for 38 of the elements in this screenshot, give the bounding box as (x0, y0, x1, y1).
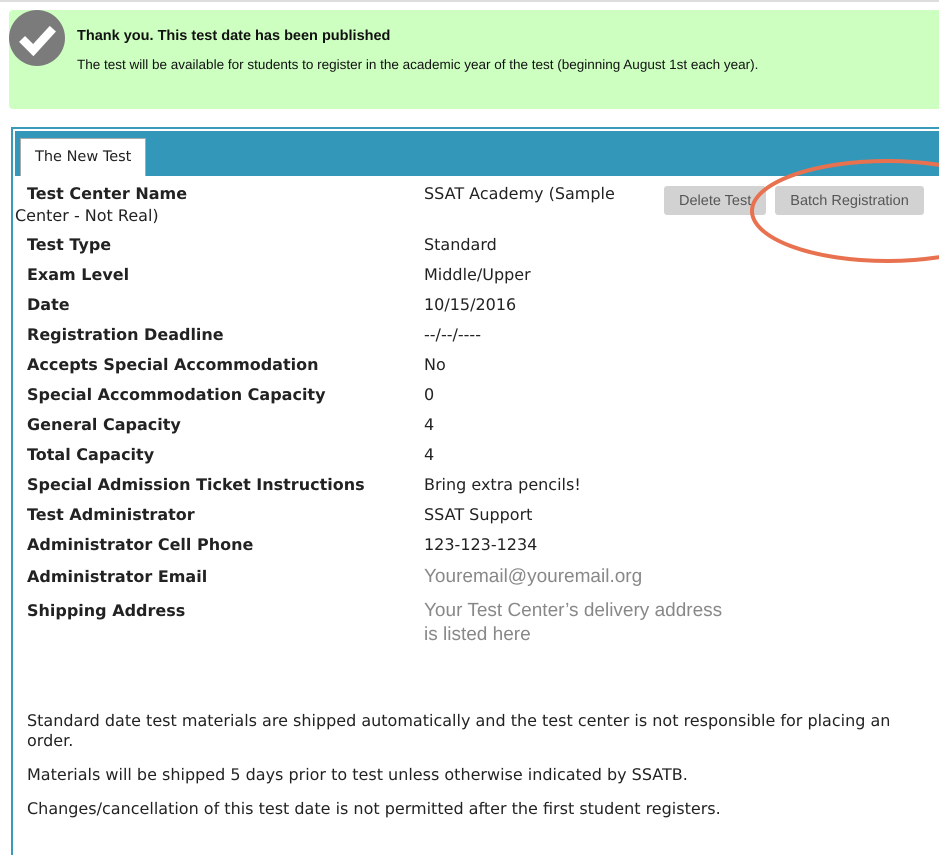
field-value: SSAT Academy (Sample (424, 184, 616, 205)
field-value: Your Test Center’s delivery address is listed here (424, 599, 724, 647)
field-label: General Capacity (27, 415, 182, 436)
info-paragraph: Standard date test materials are shipped automatically and the test center is not responsible for placing an order. (27, 711, 892, 751)
field-value: Standard (424, 235, 497, 256)
field-value: Center - Not Real) (15, 206, 160, 225)
field-label: Test Type (27, 235, 112, 256)
field-value: --/--/---- (424, 325, 481, 346)
field-value: 0 (424, 385, 434, 406)
field-value: Bring extra pencils! (424, 475, 581, 496)
info-paragraph: Materials will be shipped 5 days prior to test unless otherwise indicated by SSATB. (27, 765, 689, 785)
tab[interactable]: The New Test (20, 138, 146, 176)
banner-message: The test will be available for students to register in the academic year of the test (beginning August 1st each year). (77, 57, 758, 72)
field-value: 4 (424, 445, 434, 466)
field-label: Test Center Name (27, 184, 188, 205)
field-label: Administrator Cell Phone (27, 535, 254, 556)
field-label: Exam Level (27, 265, 130, 286)
field-label: Accepts Special Accommodation (27, 355, 320, 376)
checkmark-icon (9, 10, 65, 66)
field-label: Test Administrator (27, 505, 196, 526)
field-value: 4 (424, 415, 434, 436)
field-label: Total Capacity (27, 445, 156, 466)
field-label: Shipping Address (27, 600, 186, 620)
field-value: 123-123-1234 (424, 535, 538, 556)
field-value: Middle/Upper (424, 265, 531, 286)
field-value: 10/15/2016 (424, 295, 516, 316)
field-label: Special Accommodation Capacity (27, 385, 326, 406)
field-label: Registration Deadline (27, 325, 225, 346)
field-value: Youremail@youremail.org (424, 565, 644, 589)
batch-registration-button[interactable]: Batch Registration (775, 186, 924, 215)
field-label: Administrator Email (27, 566, 208, 586)
field-label: Special Admission Ticket Instructions (27, 475, 366, 496)
info-paragraph: Changes/cancellation of this test date is not permitted after the first student registers. (27, 799, 722, 819)
field-value: No (424, 355, 446, 376)
field-label: Date (27, 295, 71, 316)
field-value: SSAT Support (424, 505, 532, 526)
delete-button[interactable]: Delete Test (664, 186, 766, 215)
banner-title: Thank you. This test date has been published (77, 28, 392, 44)
